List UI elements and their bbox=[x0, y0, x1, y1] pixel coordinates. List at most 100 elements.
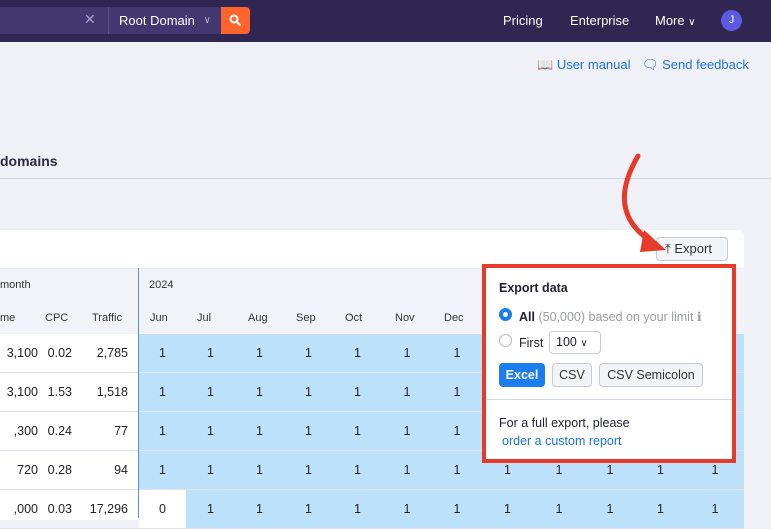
chevron-down-icon: ∨ bbox=[580, 338, 588, 349]
search-type-dropdown[interactable]: Root Domain ∨ bbox=[108, 7, 221, 34]
trend-cell: 1 bbox=[186, 412, 235, 450]
full-export-text: For a full export, please bbox=[499, 416, 630, 430]
trend-cell: 1 bbox=[432, 412, 482, 450]
avatar[interactable]: J bbox=[721, 10, 742, 31]
send-feedback-link[interactable]: 🗨 Send feedback bbox=[642, 57, 749, 73]
month-header: Aug bbox=[248, 312, 268, 324]
trend-cell: 1 bbox=[186, 490, 235, 528]
column-traffic[interactable]: Traffic bbox=[92, 312, 122, 324]
column-volume[interactable]: me bbox=[0, 312, 15, 324]
column-cpc[interactable]: CPC bbox=[45, 312, 68, 324]
trend-cell: 1 bbox=[139, 412, 186, 450]
trend-cell: 1 bbox=[235, 490, 284, 528]
send-feedback-label: Send feedback bbox=[662, 57, 749, 72]
group-header-year: 2024 bbox=[149, 279, 174, 291]
trend-cell: 1 bbox=[186, 451, 235, 489]
trend-cell: 1 bbox=[235, 451, 284, 489]
trend-cell: 1 bbox=[139, 451, 186, 489]
cell-traffic: 94 bbox=[114, 463, 128, 477]
trend-cell: 1 bbox=[284, 490, 333, 528]
group-header-month: month bbox=[0, 279, 31, 291]
month-header: Nov bbox=[395, 312, 415, 324]
nav-more-label: More bbox=[655, 13, 685, 28]
nav-enterprise[interactable]: Enterprise bbox=[570, 13, 629, 28]
trend-cell: 1 bbox=[382, 334, 432, 372]
cell-volume: 3,100 bbox=[6, 385, 38, 399]
export-popup-title: Export data bbox=[499, 281, 568, 295]
trend-cell: 1 bbox=[585, 490, 635, 528]
month-header: Oct bbox=[345, 312, 363, 324]
top-bar: ✕ Root Domain ∨ Pricing Enterprise More ∨… bbox=[0, 0, 771, 42]
trend-cell: 1 bbox=[284, 334, 333, 372]
cell-cpc: 1.53 bbox=[47, 385, 72, 399]
month-header: Jul bbox=[197, 312, 212, 324]
cell-cpc: 0.03 bbox=[47, 502, 72, 516]
custom-report-link[interactable]: order a custom report bbox=[502, 434, 622, 448]
trend-cell: 1 bbox=[432, 490, 482, 528]
option-all-label: All (50,000) based on your limit ℹ bbox=[519, 309, 702, 324]
nav-pricing[interactable]: Pricing bbox=[503, 13, 543, 28]
table-row[interactable]: ,000 0.03 17,296 0 1 1 1 1 1 1 1 1 1 1 1 bbox=[0, 490, 744, 529]
trend-cell: 1 bbox=[333, 373, 382, 411]
info-icon[interactable]: ℹ bbox=[697, 310, 702, 324]
chevron-down-icon: ∨ bbox=[203, 15, 211, 26]
trend-cell: 1 bbox=[432, 373, 482, 411]
user-manual-link[interactable]: 📖 User manual bbox=[537, 57, 631, 73]
month-header: Jun bbox=[150, 312, 168, 324]
trend-cell: 1 bbox=[235, 412, 284, 450]
divider bbox=[486, 399, 732, 400]
cell-cpc: 0.28 bbox=[47, 463, 72, 477]
cell-traffic: 17,296 bbox=[89, 502, 128, 516]
trend-cell: 1 bbox=[432, 334, 482, 372]
trend-cell: 1 bbox=[533, 490, 585, 528]
trend-cell: 1 bbox=[139, 373, 186, 411]
first-count-select[interactable]: 100 ∨ bbox=[549, 331, 601, 354]
trend-cell: 1 bbox=[333, 412, 382, 450]
trend-cell: 1 bbox=[333, 451, 382, 489]
page-title: domains bbox=[0, 153, 58, 169]
book-icon: 📖 bbox=[537, 57, 554, 72]
all-detail: (50,000) based on your limit bbox=[538, 310, 694, 324]
radio-all[interactable] bbox=[499, 308, 512, 321]
trend-cell: 1 bbox=[382, 412, 432, 450]
first-count-value: 100 bbox=[556, 335, 577, 349]
trend-cell: 1 bbox=[432, 451, 482, 489]
chevron-down-icon: ∨ bbox=[688, 17, 696, 28]
trend-cell: 1 bbox=[235, 373, 284, 411]
comment-icon: 🗨 bbox=[642, 57, 659, 72]
cell-volume: ,000 bbox=[13, 502, 38, 516]
cell-traffic: 2,785 bbox=[96, 346, 128, 360]
search-button[interactable] bbox=[221, 7, 250, 34]
month-header: Sep bbox=[296, 312, 316, 324]
trend-cell: 1 bbox=[333, 490, 382, 528]
option-first-label: First bbox=[519, 336, 544, 350]
trend-cell: 1 bbox=[186, 373, 235, 411]
cell-traffic: 77 bbox=[114, 424, 128, 438]
cell-volume: ,300 bbox=[13, 424, 38, 438]
month-header: Dec bbox=[444, 312, 464, 324]
excel-button[interactable]: Excel bbox=[499, 363, 545, 387]
annotation-arrow-icon bbox=[621, 153, 666, 252]
column-divider bbox=[138, 268, 139, 518]
all-label: All bbox=[519, 310, 535, 324]
trend-cell: 1 bbox=[686, 490, 744, 528]
cell-cpc: 0.24 bbox=[47, 424, 72, 438]
csv-button[interactable]: CSV bbox=[552, 363, 592, 387]
clear-icon[interactable]: ✕ bbox=[84, 11, 96, 28]
export-popup: Export data All (50,000) based on your l… bbox=[482, 264, 736, 463]
trend-cell: 1 bbox=[284, 451, 333, 489]
nav-more[interactable]: More ∨ bbox=[655, 13, 696, 28]
search-icon bbox=[229, 14, 242, 27]
trend-cell: 0 bbox=[139, 490, 186, 528]
trend-cell: 1 bbox=[284, 412, 333, 450]
search-type-label: Root Domain bbox=[119, 13, 195, 28]
trend-cell: 1 bbox=[139, 334, 186, 372]
trend-cell: 1 bbox=[235, 334, 284, 372]
trend-cell: 1 bbox=[382, 373, 432, 411]
radio-first[interactable] bbox=[499, 334, 512, 347]
csv-semicolon-button[interactable]: CSV Semicolon bbox=[599, 363, 703, 387]
cell-volume: 3,100 bbox=[6, 346, 38, 360]
cell-volume: 720 bbox=[17, 463, 38, 477]
trend-cell: 1 bbox=[333, 334, 382, 372]
trend-cell: 1 bbox=[635, 490, 686, 528]
